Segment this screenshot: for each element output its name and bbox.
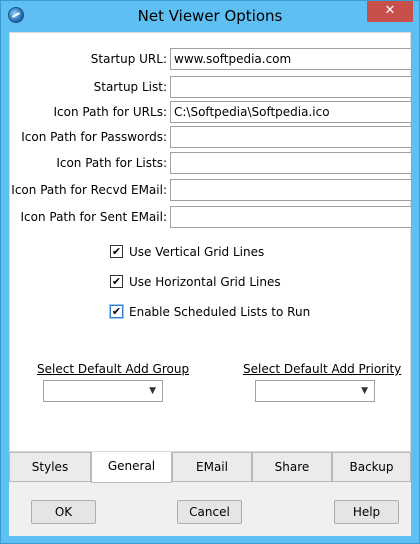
icon-path-urls-input[interactable]: C:\Softpedia\Softpedia.ico — [170, 101, 412, 123]
scheduled-lists-label: Enable Scheduled Lists to Run — [129, 305, 311, 319]
window-title: Net Viewer Options — [137, 7, 283, 25]
startup-url-input[interactable]: www.softpedia.com — [170, 48, 412, 70]
general-tab-panel: Startup URL: www.softpedia.com Startup L… — [9, 32, 412, 452]
ok-button[interactable]: OK — [31, 500, 96, 524]
close-button[interactable]: ✕ — [367, 1, 413, 22]
startup-list-label: Startup List: — [93, 80, 167, 94]
icon-path-sent-email-label: Icon Path for Sent EMail: — [20, 210, 167, 224]
icon-path-sent-email-input[interactable] — [170, 206, 412, 228]
icon-path-recvd-email-input[interactable] — [170, 179, 412, 201]
icon-path-passwords-label: Icon Path for Passwords: — [21, 130, 167, 144]
startup-list-input[interactable] — [170, 76, 412, 98]
icon-path-lists-input[interactable] — [170, 152, 412, 174]
default-add-priority-select[interactable]: ▼ — [255, 380, 375, 402]
tab-share[interactable]: Share — [252, 452, 332, 482]
icon-path-lists-label: Icon Path for Lists: — [56, 156, 167, 170]
horizontal-grid-lines-label: Use Horizontal Grid Lines — [129, 275, 281, 289]
tab-email[interactable]: EMail — [172, 452, 252, 482]
horizontal-grid-lines-checkbox[interactable]: ✔ — [110, 275, 123, 288]
default-add-priority-label: Select Default Add Priority — [243, 362, 402, 376]
net-viewer-options-window: Net Viewer Options ✕ Startup URL: www.so… — [0, 0, 420, 544]
scheduled-lists-checkbox[interactable]: ✔ — [110, 305, 123, 318]
tab-styles[interactable]: Styles — [9, 452, 91, 482]
startup-url-label: Startup URL: — [90, 52, 167, 66]
icon-path-passwords-input[interactable] — [170, 126, 412, 148]
icon-path-recvd-email-label: Icon Path for Recvd EMail: — [11, 183, 167, 197]
default-add-group-select[interactable]: ▼ — [43, 380, 163, 402]
default-add-group-label: Select Default Add Group — [37, 362, 190, 376]
title-bar[interactable]: Net Viewer Options ✕ — [1, 1, 419, 32]
vertical-grid-lines-checkbox[interactable]: ✔ — [110, 245, 123, 258]
dialog-client-area: Startup URL: www.softpedia.com Startup L… — [9, 32, 412, 536]
tab-backup[interactable]: Backup — [332, 452, 411, 482]
chevron-down-icon: ▼ — [361, 386, 368, 396]
options-tab-strip: Styles General EMail Share Backup — [9, 452, 411, 483]
vertical-grid-lines-label: Use Vertical Grid Lines — [129, 245, 265, 259]
cancel-button[interactable]: Cancel — [177, 500, 242, 524]
icon-path-urls-label: Icon Path for URLs: — [53, 105, 168, 119]
tab-general[interactable]: General — [91, 452, 172, 483]
help-button[interactable]: Help — [334, 500, 399, 524]
chevron-down-icon: ▼ — [149, 386, 156, 396]
